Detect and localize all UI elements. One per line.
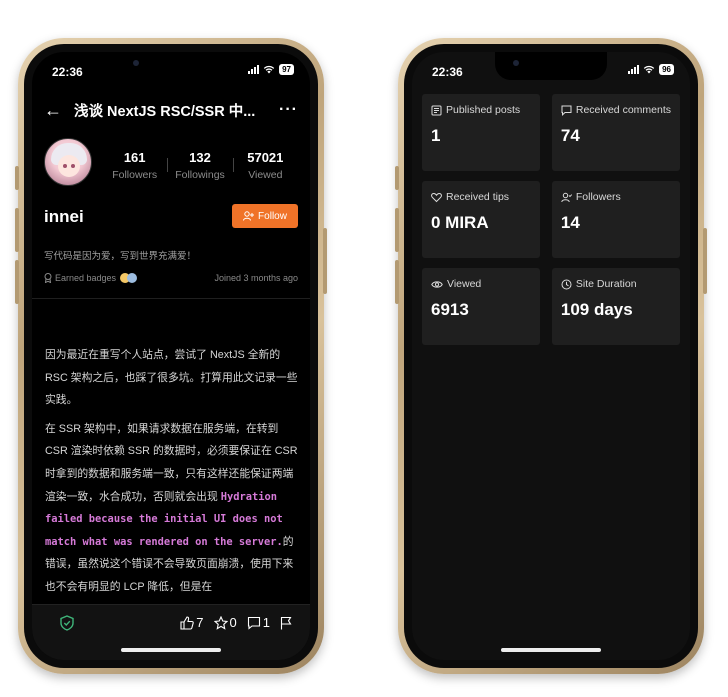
stat-followings[interactable]: 132 Followings xyxy=(167,150,232,181)
star-count: 0 xyxy=(229,615,237,630)
badge-icon xyxy=(44,273,52,283)
joined-date: Joined 3 months ago xyxy=(214,273,298,283)
clock-icon xyxy=(561,279,572,289)
more-options-icon[interactable]: ··· xyxy=(276,101,298,119)
article-body: 因为最近在重写个人站点，尝试了 NextJS 全新的 RSC 架构之后，也踩了很… xyxy=(45,344,298,605)
card-value: 109 days xyxy=(560,300,633,319)
article-header: ← 浅谈 NextJS RSC/SSR 中... ··· xyxy=(32,92,310,128)
home-indicator xyxy=(501,648,601,652)
battery-indicator: 97 xyxy=(279,64,294,75)
stat-card-followers[interactable]: Followers 14 xyxy=(551,181,680,258)
stat-value: 132 xyxy=(189,150,211,165)
user-icon xyxy=(561,192,572,202)
posts-icon xyxy=(431,105,442,115)
eye-icon xyxy=(431,280,443,288)
left-screen: 22:36 97 ← 浅谈 NextJS RSC/SSR 中... ··· 16… xyxy=(32,52,310,660)
card-value: 74 xyxy=(560,126,580,145)
stat-viewed: 57021 Viewed xyxy=(232,150,298,181)
follow-button[interactable]: Follow xyxy=(232,204,298,228)
flag-icon xyxy=(280,616,292,629)
bio: 写代码是因为爱，写到世界充满爱！ xyxy=(44,251,197,262)
notch xyxy=(495,52,607,80)
stats-grid: Published posts 1 Received comments 74 R… xyxy=(422,94,680,345)
stat-followers[interactable]: 161 Followers xyxy=(102,150,167,181)
card-label: Site Duration xyxy=(575,278,637,290)
stat-card-received-tips[interactable]: Received tips 0 MIRA xyxy=(422,181,540,258)
article-paragraph: 在 SSR 架构中，如果请求数据在服务端，在转到 CSR 渲染时依赖 SSR 的… xyxy=(45,418,298,599)
badges-row: Earned badges Joined 3 months ago xyxy=(44,273,298,283)
stat-value: 161 xyxy=(123,150,146,165)
comment-icon xyxy=(247,616,260,630)
stat-card-site-duration[interactable]: Site Duration 109 days xyxy=(551,268,680,345)
wifi-icon xyxy=(263,65,275,74)
thumbs-up-icon xyxy=(180,615,195,630)
stat-label: Viewed xyxy=(248,169,283,181)
card-label: Received comments xyxy=(575,104,671,116)
profile-stats: 161 Followers 132 Followings 57021 Viewe… xyxy=(102,150,298,181)
star-icon xyxy=(213,615,228,630)
home-indicator xyxy=(121,648,221,652)
left-phone-frame: 22:36 97 ← 浅谈 NextJS RSC/SSR 中... ··· 16… xyxy=(15,38,327,674)
heart-icon xyxy=(431,192,442,202)
badge-item[interactable] xyxy=(127,273,138,283)
comment-icon xyxy=(561,105,572,116)
card-value: 0 MIRA xyxy=(431,213,489,232)
card-label: Followers xyxy=(575,191,621,203)
signal-icon xyxy=(628,65,640,74)
battery-indicator: 96 xyxy=(659,64,674,75)
badges-label: Earned badges xyxy=(55,273,117,283)
page-title: 浅谈 NextJS RSC/SSR 中... xyxy=(74,103,256,120)
add-user-icon xyxy=(243,211,255,221)
status-time: 22:36 xyxy=(432,65,463,79)
report-button[interactable] xyxy=(280,616,292,630)
stat-card-received-comments[interactable]: Received comments 74 xyxy=(551,94,680,171)
card-label: Received tips xyxy=(446,191,510,203)
follow-button-label: Follow xyxy=(258,210,287,222)
right-screen: 22:36 96 Published posts 1 Received comm… xyxy=(412,52,690,660)
article-paragraph: 因为最近在重写个人站点，尝试了 NextJS 全新的 RSC 架构之后，也踩了很… xyxy=(45,349,298,407)
like-count: 7 xyxy=(196,615,204,630)
star-button[interactable]: 0 xyxy=(213,615,237,630)
card-label: Viewed xyxy=(447,278,482,290)
comment-button[interactable]: 1 xyxy=(247,615,270,630)
stat-card-viewed[interactable]: Viewed 6913 xyxy=(422,268,540,345)
like-button[interactable]: 7 xyxy=(180,615,204,630)
stat-card-published-posts[interactable]: Published posts 1 xyxy=(422,94,540,171)
stat-value: 57021 xyxy=(247,150,284,165)
notch xyxy=(115,52,227,80)
avatar[interactable] xyxy=(44,138,92,186)
shield-check-icon[interactable] xyxy=(60,615,74,634)
card-label: Published posts xyxy=(446,104,521,116)
back-arrow-icon[interactable]: ← xyxy=(44,100,66,121)
card-value: 1 xyxy=(431,126,441,145)
right-phone-frame: 22:36 96 Published posts 1 Received comm… xyxy=(395,38,707,674)
signal-icon xyxy=(248,65,260,74)
stat-label: Followings xyxy=(175,169,225,181)
bottom-action-bar: 7 0 1 xyxy=(32,604,310,660)
username: innei xyxy=(44,207,84,226)
card-value: 14 xyxy=(560,213,580,232)
comment-count: 1 xyxy=(262,615,270,630)
status-time: 22:36 xyxy=(52,65,83,79)
wifi-icon xyxy=(643,65,655,74)
stat-label: Followers xyxy=(112,169,158,181)
card-value: 6913 xyxy=(431,300,469,319)
divider xyxy=(32,298,310,299)
